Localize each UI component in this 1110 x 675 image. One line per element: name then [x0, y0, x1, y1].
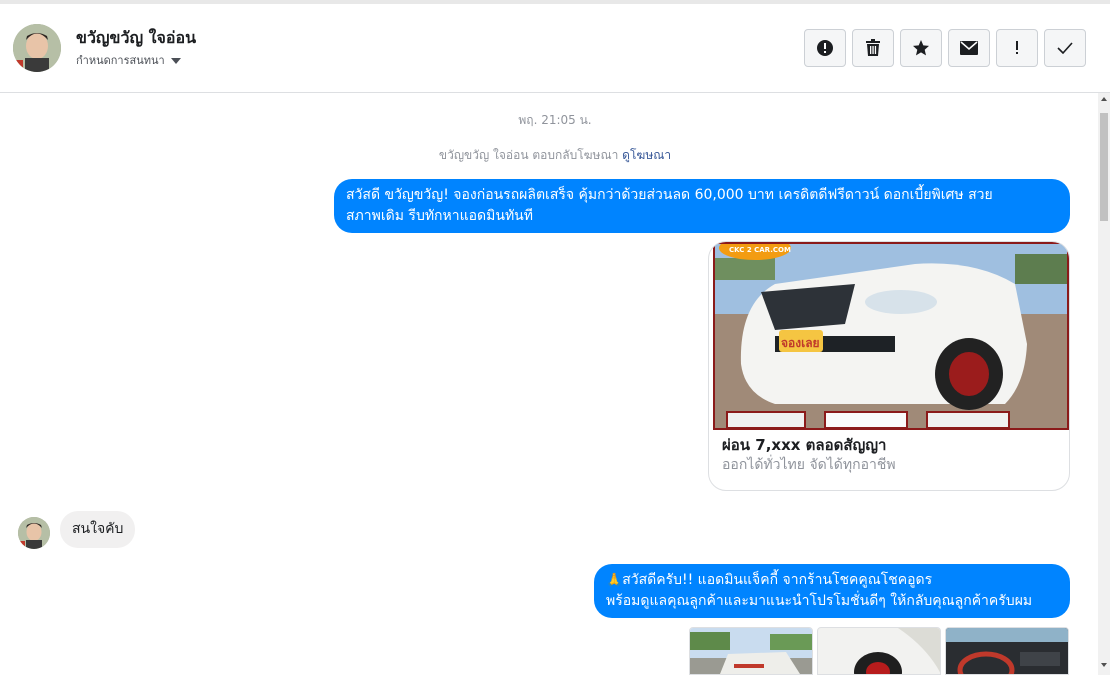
conversation-header: ขวัญขวัญ ใจอ่อน กำหนดการสนทนา — [0, 0, 1110, 93]
message-line-text: สวัสดีครับ!! แอดมินแจ็คกี้ จากร้านโชคคูณ… — [622, 572, 933, 588]
delete-button[interactable] — [852, 29, 894, 67]
star-button[interactable] — [900, 29, 942, 67]
assign-label: กำหนดการสนทนา — [76, 54, 165, 67]
scroll-up-arrow-icon[interactable] — [1101, 97, 1107, 101]
ad-card-subtitle: ออกได้ทั่วไทย จัดได้ทุกอาชีพ — [722, 457, 896, 473]
thread-scrollbar[interactable] — [1098, 93, 1110, 675]
ad-card[interactable]: CKC 2 CAR.COM จองเลย ผ่อน 7,xxx ตลอดสัญญ… — [708, 241, 1070, 491]
mark-done-button[interactable] — [1044, 29, 1086, 67]
exclamation-icon — [1016, 41, 1018, 54]
follow-up-button[interactable] — [996, 29, 1038, 67]
contact-name: ขวัญขวัญ ใจอ่อน — [76, 28, 197, 47]
message-line: พร้อมดูแลคุณลูกค้าและมาแนะนำโปรโมชั่นดีๆ… — [606, 593, 1033, 609]
image-thumbnail[interactable] — [689, 627, 813, 675]
message-line: สภาพเดิม รีบทักหาแอดมินทันที — [346, 208, 533, 224]
message-timestamp: พฤ. 21:05 น. — [518, 113, 592, 127]
ad-sticker-text: จองเลย — [781, 336, 820, 350]
outgoing-message[interactable]: 🙏สวัสดีครับ!! แอดมินแจ็คกี้ จากร้านโชคคู… — [594, 564, 1070, 618]
view-ad-link[interactable]: ดูโฆษณา — [622, 148, 671, 162]
image-thumbnail[interactable] — [945, 627, 1069, 675]
pray-emoji-icon: 🙏 — [606, 573, 623, 588]
message-line: 🙏สวัสดีครับ!! แอดมินแจ็คกี้ จากร้านโชคคู… — [606, 570, 1058, 591]
star-icon — [913, 40, 929, 56]
scrollbar-thumb[interactable] — [1100, 113, 1108, 221]
image-thumbnail[interactable] — [817, 627, 941, 675]
trash-icon — [866, 39, 880, 56]
check-icon — [1057, 42, 1073, 54]
header-actions — [804, 29, 1086, 67]
ad-logo-text: CKC 2 CAR.COM — [729, 246, 791, 254]
scroll-down-arrow-icon[interactable] — [1101, 663, 1107, 667]
ad-card-image: CKC 2 CAR.COM จองเลย — [713, 242, 1069, 430]
contact-avatar-small[interactable] — [18, 517, 50, 549]
mark-spam-button[interactable] — [804, 29, 846, 67]
outgoing-message[interactable]: สวัสดี ขวัญขวัญ! จองก่อนรถผลิตเสร็จ คุ้ม… — [334, 179, 1070, 233]
exclamation-circle-icon — [817, 40, 833, 56]
mark-unread-button[interactable] — [948, 29, 990, 67]
contact-avatar[interactable] — [13, 24, 61, 72]
message-line: สวัสดี ขวัญขวัญ! จองก่อนรถผลิตเสร็จ คุ้ม… — [346, 187, 993, 203]
message-thread: พฤ. 21:05 น. ขวัญขวัญ ใจอ่อน ตอบกลับโฆษณ… — [0, 93, 1098, 675]
assign-conversation-dropdown[interactable]: กำหนดการสนทนา — [76, 51, 181, 69]
ad-reply-text: ขวัญขวัญ ใจอ่อน ตอบกลับโฆษณา — [438, 148, 619, 162]
caret-down-icon — [170, 57, 181, 64]
envelope-icon — [960, 41, 978, 55]
ad-reply-notice: ขวัญขวัญ ใจอ่อน ตอบกลับโฆษณา ดูโฆษณา — [0, 146, 1098, 165]
incoming-message[interactable]: สนใจคับ — [60, 511, 136, 548]
